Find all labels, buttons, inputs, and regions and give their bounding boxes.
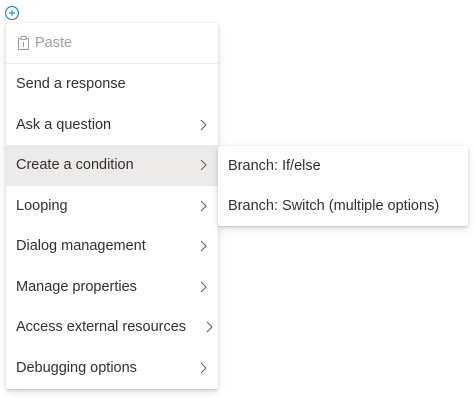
- submenu-item-label: Branch: Switch (multiple options): [228, 198, 440, 215]
- menu-item-label: Access external resources: [16, 319, 187, 336]
- create-condition-submenu: Branch: If/else Branch: Switch (multiple…: [218, 146, 468, 226]
- menu-item-label: Debugging options: [16, 359, 137, 376]
- menu-item-label: Ask a question: [16, 116, 112, 133]
- chevron-right-icon: [198, 240, 208, 252]
- menu-item-access-external-resources[interactable]: Access external resources: [6, 307, 218, 348]
- chevron-right-icon: [198, 281, 208, 293]
- menu-item-looping[interactable]: Looping: [6, 186, 218, 227]
- submenu-item-branch-switch[interactable]: Branch: Switch (multiple options): [218, 186, 468, 227]
- plus-icon: [9, 10, 15, 16]
- menu-item-dialog-management[interactable]: Dialog management: [6, 226, 218, 267]
- menu-item-label: Manage properties: [16, 278, 137, 295]
- submenu-item-branch-if-else[interactable]: Branch: If/else: [218, 146, 468, 187]
- chevron-right-icon: [198, 200, 208, 212]
- menu-item-label: Paste: [35, 35, 73, 52]
- chevron-right-icon: [198, 362, 208, 374]
- add-action-menu: Paste Send a response Ask a question Cre…: [6, 23, 218, 389]
- menu-item-send-response[interactable]: Send a response: [6, 64, 218, 105]
- menu-item-label: Send a response: [16, 76, 126, 93]
- add-node-button[interactable]: [5, 6, 19, 20]
- menu-item-label: Looping: [16, 197, 68, 214]
- menu-item-label: Create a condition: [16, 157, 134, 174]
- submenu-item-label: Branch: If/else: [228, 158, 321, 175]
- menu-item-paste[interactable]: Paste: [6, 23, 218, 64]
- clipboard-icon: [16, 36, 30, 51]
- menu-item-label: Dialog management: [16, 238, 146, 255]
- menu-item-ask-question[interactable]: Ask a question: [6, 105, 218, 146]
- menu-item-debugging-options[interactable]: Debugging options: [6, 348, 218, 389]
- menu-item-create-condition[interactable]: Create a condition: [6, 145, 218, 186]
- chevron-right-icon: [198, 119, 208, 131]
- chevron-right-icon: [198, 159, 208, 171]
- menu-item-manage-properties[interactable]: Manage properties: [6, 267, 218, 308]
- chevron-right-icon: [204, 321, 214, 333]
